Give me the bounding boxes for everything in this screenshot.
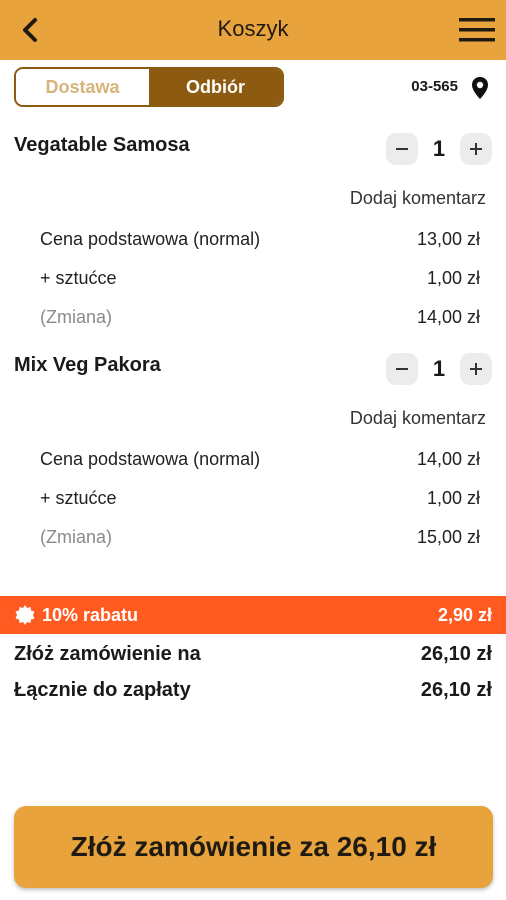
add-comment-link[interactable]: Dodaj komentarz (350, 188, 486, 209)
discount-bar: 10% rabatu 2,90 zł (0, 596, 506, 634)
location-pin-icon[interactable] (470, 76, 490, 100)
increase-quantity-button[interactable] (460, 133, 492, 165)
total-value: 26,10 zł (420, 643, 492, 665)
plus-icon (470, 363, 482, 375)
quantity-value: 1 (432, 356, 446, 381)
quantity-stepper: 1 (386, 352, 492, 386)
price-line: (Zmiana) 15,00 zł (40, 527, 480, 548)
price-line-value: 14,00 zł (416, 449, 480, 469)
delivery-option[interactable]: Dostawa (16, 69, 149, 105)
delivery-mode-toggle: Dostawa Odbiór (14, 67, 284, 107)
price-line-label: (Zmiana) (40, 307, 113, 327)
app-header: Koszyk (0, 0, 506, 60)
price-line: + sztućce 1,00 zł (40, 488, 480, 509)
price-line: Cena podstawowa (normal) 14,00 zł (40, 449, 480, 470)
minus-icon (396, 148, 408, 150)
price-line-label: + sztućce (40, 488, 117, 508)
minus-icon (396, 368, 408, 370)
price-line: + sztućce 1,00 zł (40, 268, 480, 289)
price-line: (Zmiana) 14,00 zł (40, 307, 480, 328)
price-line-label: Cena podstawowa (normal) (40, 449, 261, 469)
decrease-quantity-button[interactable] (386, 133, 418, 165)
price-line-label: Cena podstawowa (normal) (40, 229, 261, 249)
price-line-label: + sztućce (40, 268, 117, 288)
price-line-value: 13,00 zł (416, 229, 480, 249)
total-value: 26,10 zł (420, 679, 492, 701)
price-line-value: 1,00 zł (426, 488, 480, 508)
page-title: Koszyk (217, 16, 289, 41)
discount-value: 2,90 zł (437, 604, 492, 625)
price-line-value: 1,00 zł (426, 268, 480, 288)
price-line-value: 15,00 zł (416, 527, 480, 547)
quantity-stepper: 1 (386, 132, 492, 166)
discount-label: 10% rabatu (42, 604, 139, 625)
quantity-value: 1 (432, 136, 446, 161)
hamburger-icon (459, 18, 495, 42)
plus-icon (470, 143, 482, 155)
add-comment-link[interactable]: Dodaj komentarz (350, 408, 486, 429)
price-line: Cena podstawowa (normal) 13,00 zł (40, 229, 480, 250)
increase-quantity-button[interactable] (460, 353, 492, 385)
cart-item-name: Vegatable Samosa (14, 134, 190, 156)
order-total-row: Złóż zamówienie na 26,10 zł (14, 643, 492, 666)
total-label: Złóż zamówienie na (14, 643, 201, 665)
price-line-value: 14,00 zł (416, 307, 480, 327)
pickup-option[interactable]: Odbiór (149, 69, 282, 105)
postcode-label[interactable]: 03-565 (411, 78, 458, 95)
menu-button[interactable] (458, 14, 496, 46)
price-line-label: (Zmiana) (40, 527, 113, 547)
place-order-button[interactable]: Złóż zamówienie za 26,10 zł (14, 806, 493, 888)
payment-total-row: Łącznie do zapłaty 26,10 zł (14, 679, 492, 702)
total-label: Łącznie do zapłaty (14, 679, 191, 701)
discount-badge-icon (15, 605, 35, 625)
decrease-quantity-button[interactable] (386, 353, 418, 385)
cart-item-name: Mix Veg Pakora (14, 354, 161, 376)
